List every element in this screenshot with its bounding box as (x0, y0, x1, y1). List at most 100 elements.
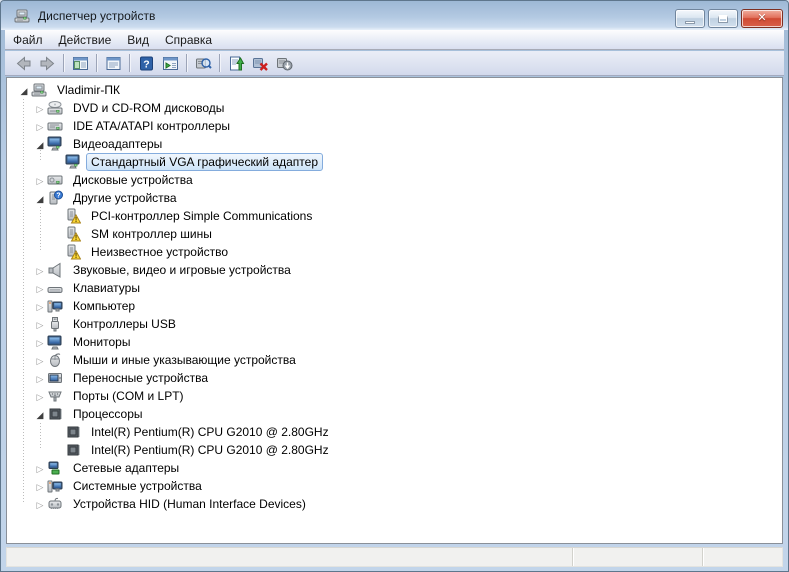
tree-item-label[interactable]: Компьютер (68, 297, 140, 315)
tree-item-processors[interactable]: Процессоры (7, 405, 782, 423)
expander-collapsed-icon[interactable] (33, 117, 47, 136)
expander-expanded-icon[interactable] (33, 405, 47, 424)
scan-hardware-icon (276, 55, 293, 72)
expander-expanded-icon[interactable] (17, 81, 31, 100)
expander-collapsed-icon[interactable] (33, 171, 47, 190)
tree-item-mice[interactable]: Мыши и иные указывающие устройства (7, 351, 782, 369)
tree-item-vladimir-pk[interactable]: Vladimir-ПК (7, 81, 782, 99)
expander-collapsed-icon[interactable] (33, 261, 47, 280)
tree-item-computer[interactable]: Компьютер (7, 297, 782, 315)
tree-item-portable-devices[interactable]: Переносные устройства (7, 369, 782, 387)
tree-item-label-selected[interactable]: Стандартный VGA графический адаптер (86, 153, 323, 171)
update-driver-button[interactable] (224, 52, 248, 74)
tree-item-label[interactable]: Видеоадаптеры (68, 135, 167, 153)
properties-button[interactable] (101, 52, 125, 74)
tree-item-label[interactable]: DVD и CD-ROM дисководы (68, 99, 229, 117)
tree-item-ide-ata[interactable]: IDE ATA/ATAPI контроллеры (7, 117, 782, 135)
status-pane-secondary (572, 548, 702, 566)
cpu-icon (65, 424, 81, 440)
tree-item-cpu-2[interactable]: Intel(R) Pentium(R) CPU G2010 @ 2.80GHz (7, 441, 782, 459)
tree-item-other-devices[interactable]: Другие устройства (7, 189, 782, 207)
tree-item-label[interactable]: Мыши и иные указывающие устройства (68, 351, 301, 369)
expander-collapsed-icon[interactable] (33, 279, 47, 298)
tree-item-label[interactable]: PCI-контроллер Simple Communications (86, 207, 317, 225)
tree-item-cpu-1[interactable]: Intel(R) Pentium(R) CPU G2010 @ 2.80GHz (7, 423, 782, 441)
tree-item-label[interactable]: Системные устройства (68, 477, 207, 495)
device-manager-icon (14, 8, 30, 24)
tree-item-label[interactable]: SM контроллер шины (86, 225, 217, 243)
menu-bar: Файл Действие Вид Справка (5, 30, 784, 50)
device-tree-panel[interactable]: Vladimir-ПК DVD и CD-ROM дисководы IDE A… (6, 77, 783, 544)
tree-item-label[interactable]: Процессоры (68, 405, 148, 423)
tree-item-label[interactable]: Другие устройства (68, 189, 182, 207)
tree-item-label[interactable]: Устройства HID (Human Interface Devices) (68, 495, 311, 513)
scan-hardware-changes-button[interactable] (272, 52, 296, 74)
search-devices-button[interactable] (191, 52, 215, 74)
tree-item-label[interactable]: IDE ATA/ATAPI контроллеры (68, 117, 235, 135)
device-warning-icon (65, 244, 81, 260)
tree-item-label[interactable]: Контроллеры USB (68, 315, 181, 333)
expander-collapsed-icon[interactable] (33, 333, 47, 352)
tree-item-label[interactable]: Intel(R) Pentium(R) CPU G2010 @ 2.80GHz (86, 441, 334, 459)
forward-button[interactable] (35, 52, 59, 74)
menu-view[interactable]: Вид (119, 31, 157, 49)
tree-item-label[interactable]: Звуковые, видео и игровые устройства (68, 261, 296, 279)
tree-item-unknown-device[interactable]: Неизвестное устройство (7, 243, 782, 261)
tree-item-usb-controllers[interactable]: Контроллеры USB (7, 315, 782, 333)
menu-help[interactable]: Справка (157, 31, 220, 49)
tree-item-dvd-cdrom[interactable]: DVD и CD-ROM дисководы (7, 99, 782, 117)
expander-collapsed-icon[interactable] (33, 495, 47, 514)
tree-item-label[interactable]: Мониторы (68, 333, 135, 351)
tree-item-label[interactable]: Неизвестное устройство (86, 243, 233, 261)
status-pane-tertiary (702, 548, 782, 566)
expander-collapsed-icon[interactable] (33, 477, 47, 496)
expander-collapsed-icon[interactable] (33, 369, 47, 388)
show-console-tree-button[interactable] (68, 52, 92, 74)
tree-item-label[interactable]: Порты (COM и LPT) (68, 387, 189, 405)
tree-item-label[interactable]: Intel(R) Pentium(R) CPU G2010 @ 2.80GHz (86, 423, 334, 441)
disk-drive-icon (47, 172, 63, 188)
tree-item-keyboards[interactable]: Клавиатуры (7, 279, 782, 297)
tree-item-label[interactable]: Сетевые адаптеры (68, 459, 184, 477)
back-button[interactable] (11, 52, 35, 74)
system-device-icon (47, 478, 63, 494)
tree-item-label[interactable]: Vladimir-ПК (52, 81, 125, 99)
uninstall-device-button[interactable] (248, 52, 272, 74)
menu-action[interactable]: Действие (51, 31, 120, 49)
tree-item-system-devices[interactable]: Системные устройства (7, 477, 782, 495)
tree-item-sm-bus[interactable]: SM контроллер шины (7, 225, 782, 243)
tree-item-video-adapters[interactable]: Видеоадаптеры (7, 135, 782, 153)
tree-item-hid-devices[interactable]: Устройства HID (Human Interface Devices) (7, 495, 782, 513)
tree-item-sound-video-game[interactable]: Звуковые, видео и игровые устройства (7, 261, 782, 279)
network-adapter-icon (47, 460, 63, 476)
title-bar[interactable]: Диспетчер устройств (1, 1, 788, 30)
expander-collapsed-icon[interactable] (33, 387, 47, 406)
minimize-button[interactable] (675, 9, 705, 28)
expander-collapsed-icon[interactable] (33, 459, 47, 478)
tree-item-pci-controller[interactable]: PCI-контроллер Simple Communications (7, 207, 782, 225)
menu-file[interactable]: Файл (5, 31, 51, 49)
tree-item-label[interactable]: Переносные устройства (68, 369, 213, 387)
device-warning-icon (65, 226, 81, 242)
tree-item-monitors[interactable]: Мониторы (7, 333, 782, 351)
computer-small-icon (47, 298, 63, 314)
maximize-button[interactable] (708, 9, 738, 28)
expander-collapsed-icon[interactable] (33, 315, 47, 334)
tree-item-disk-drives[interactable]: Дисковые устройства (7, 171, 782, 189)
window-title: Диспетчер устройств (38, 8, 156, 23)
toolbar-separator (219, 54, 220, 72)
show-action-pane-button[interactable] (158, 52, 182, 74)
speaker-icon (47, 262, 63, 278)
expander-expanded-icon[interactable] (33, 189, 47, 208)
keyboard-icon (47, 280, 63, 296)
tree-item-label[interactable]: Клавиатуры (68, 279, 145, 297)
tree-item-ports[interactable]: Порты (COM и LPT) (7, 387, 782, 405)
tree-item-network-adapters[interactable]: Сетевые адаптеры (7, 459, 782, 477)
tree-item-standard-vga[interactable]: Стандартный VGA графический адаптер (7, 153, 782, 171)
close-button[interactable] (741, 9, 783, 28)
help-button[interactable] (134, 52, 158, 74)
tree-item-label[interactable]: Дисковые устройства (68, 171, 198, 189)
expander-collapsed-icon[interactable] (33, 351, 47, 370)
expander-collapsed-icon[interactable] (33, 297, 47, 316)
expander-collapsed-icon[interactable] (33, 99, 47, 118)
